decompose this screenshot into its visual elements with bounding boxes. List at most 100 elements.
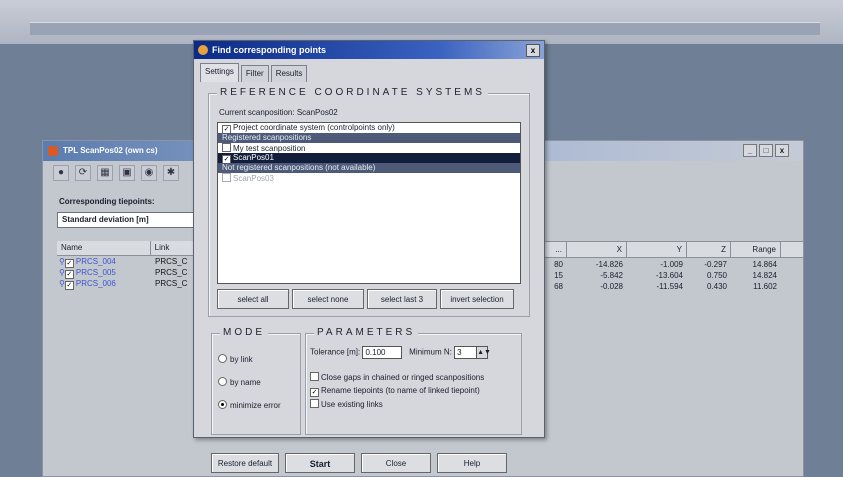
- select-last-3-button[interactable]: select last 3: [367, 289, 437, 309]
- column-header-range[interactable]: Range: [731, 242, 781, 257]
- background-window-title: TPL ScanPos02 (own cs): [63, 146, 158, 155]
- minimize-button[interactable]: _: [743, 144, 757, 157]
- checkbox-rename[interactable]: ✓: [310, 388, 319, 397]
- list-item-label: Project coordinate system (controlpoints…: [233, 123, 395, 132]
- table-row[interactable]: 80 -14.826 -1.009 -0.297 14.864: [543, 259, 781, 270]
- minimum-n-spinner[interactable]: 3 ▲▼: [454, 346, 491, 359]
- cell-range: 11.602: [753, 282, 777, 291]
- table-row[interactable]: 15 -5.842 -13.604 0.750 14.824: [543, 270, 781, 281]
- cell-x: -0.028: [600, 282, 623, 291]
- invert-selection-button[interactable]: invert selection: [440, 289, 514, 309]
- selection-buttons: select all select none select last 3 inv…: [217, 289, 514, 309]
- tab-results[interactable]: Results: [270, 65, 308, 82]
- cell-z: -0.297: [704, 260, 727, 269]
- checkbox-label: Use existing links: [321, 400, 383, 409]
- restore-default-button[interactable]: Restore default: [211, 453, 279, 473]
- start-button[interactable]: Start: [285, 453, 355, 473]
- radio-label: by name: [230, 378, 261, 387]
- copy-icon[interactable]: ▣: [119, 165, 135, 181]
- tolerance-label: Tolerance [m]:: [310, 347, 361, 357]
- radio-label: minimize error: [230, 401, 281, 410]
- close-button[interactable]: Close: [361, 453, 431, 473]
- tab-filter[interactable]: Filter: [240, 65, 269, 82]
- select-none-button[interactable]: select none: [292, 289, 364, 309]
- close-button[interactable]: x: [775, 144, 789, 157]
- dialog-app-icon: [198, 45, 208, 55]
- dialog-tabs: Settings Filter Results: [200, 63, 309, 82]
- cell-range: 14.824: [752, 271, 777, 280]
- radio-by-link[interactable]: by link: [218, 354, 253, 364]
- reference-coordinate-systems-group: REFERENCE COORDINATE SYSTEMS Current sca…: [208, 87, 530, 317]
- cell-z: 0.750: [706, 271, 727, 280]
- mode-group: MODE by link by name minimize error: [211, 327, 301, 435]
- help-button[interactable]: Help: [437, 453, 507, 473]
- list-item-project[interactable]: ✓ Project coordinate system (controlpoint…: [218, 123, 520, 134]
- tiepoint-name: PRCS_006: [75, 279, 116, 288]
- dialog-buttons: Restore default Start Close Help: [211, 453, 507, 473]
- radio-circle[interactable]: [218, 377, 227, 386]
- column-header-z[interactable]: Z: [687, 242, 731, 257]
- group-title-parameters: PARAMETERS: [314, 327, 419, 338]
- binoculars-icon[interactable]: ◉: [141, 165, 157, 181]
- desktop-top-area: [0, 0, 843, 44]
- tolerance-input[interactable]: 0.100: [362, 346, 403, 359]
- table-row[interactable]: ⚲ ✓ PRCS_005 PRCS_C: [57, 267, 197, 279]
- close-gaps-option[interactable]: Close gaps in chained or ringed scanposi…: [310, 372, 484, 382]
- column-header-name[interactable]: Name: [57, 241, 151, 255]
- table-header: Name Link: [57, 241, 197, 256]
- table-row[interactable]: 68 -0.028 -11.594 0.430 11.602: [543, 281, 781, 292]
- checkbox-scanpos03: [222, 173, 231, 182]
- radio-by-name[interactable]: by name: [218, 377, 261, 387]
- cell-partial: 68: [554, 282, 563, 291]
- cell-x: -14.826: [595, 260, 623, 269]
- radio-circle[interactable]: [218, 400, 227, 409]
- cell-y: -11.594: [656, 282, 683, 291]
- refresh-icon[interactable]: ⟳: [75, 165, 91, 181]
- table-row[interactable]: ⚲ ✓ PRCS_006 PRCS_C: [57, 278, 197, 290]
- tiepoint-link: PRCS_C: [155, 257, 188, 266]
- tools-icon[interactable]: ✱: [163, 165, 179, 181]
- dialog-titlebar[interactable]: Find corresponding points x: [194, 41, 544, 59]
- rename-option[interactable]: ✓ Rename tiepoints (to name of linked tie…: [310, 386, 480, 397]
- use-existing-option[interactable]: Use existing links: [310, 399, 383, 409]
- column-header-partial[interactable]: ...: [543, 242, 567, 257]
- checkbox-use-existing[interactable]: [310, 399, 319, 408]
- find-corresponding-points-dialog[interactable]: Find corresponding points x Settings Fil…: [193, 40, 545, 473]
- checkbox-my-test[interactable]: [222, 143, 231, 152]
- group-title-mode: MODE: [220, 327, 268, 338]
- table-row[interactable]: ⚲ ✓ PRCS_004 PRCS_C: [57, 256, 197, 268]
- tab-settings[interactable]: Settings: [200, 63, 239, 82]
- coordinate-system-list[interactable]: ✓ Project coordinate system (controlpoint…: [217, 122, 521, 284]
- std-dev-dropdown[interactable]: Standard deviation [m]: [57, 212, 203, 228]
- checkbox-label: Rename tiepoints (to name of linked tiep…: [321, 386, 480, 395]
- info-icon[interactable]: ●: [53, 165, 69, 181]
- row-checkbox[interactable]: ✓: [64, 281, 74, 290]
- background-toolbar: ● ⟳ ▦ ▣ ◉ ✱: [53, 165, 179, 181]
- column-header-link[interactable]: Link: [151, 241, 197, 255]
- cell-z: 0.430: [706, 282, 727, 291]
- list-item-label: ScanPos01: [233, 153, 274, 162]
- list-item-my-test[interactable]: My test scanposition: [218, 143, 520, 153]
- dialog-title: Find corresponding points: [212, 45, 326, 55]
- column-header-x[interactable]: X: [567, 242, 627, 257]
- minimum-n-label: Minimum N:: [409, 347, 452, 357]
- list-item-scanpos01[interactable]: ✓ ScanPos01: [218, 153, 520, 164]
- list-item-label: My test scanposition: [233, 144, 306, 153]
- checkbox-close-gaps[interactable]: [310, 372, 319, 381]
- table-header-right: ... X Y Z Range: [543, 241, 803, 258]
- cell-partial: 80: [554, 260, 563, 269]
- column-header-y[interactable]: Y: [627, 242, 687, 257]
- radio-circle[interactable]: [218, 354, 227, 363]
- tolerance-row: Tolerance [m]: 0.100 Minimum N: 3 ▲▼: [310, 346, 491, 359]
- maximize-button[interactable]: □: [759, 144, 773, 157]
- spinner-arrow-icon[interactable]: ▲▼: [476, 347, 491, 358]
- cell-range: 14.864: [752, 260, 777, 269]
- select-all-button[interactable]: select all: [217, 289, 289, 309]
- tiepoint-name: PRCS_005: [75, 268, 116, 277]
- tiepoint-name: PRCS_004: [75, 257, 116, 266]
- radio-minimize-error[interactable]: minimize error: [218, 400, 281, 410]
- grid-icon[interactable]: ▦: [97, 165, 113, 181]
- list-header-not-registered: Not registered scanpositions (not availa…: [218, 163, 520, 173]
- list-item-label: ScanPos03: [233, 174, 274, 183]
- dialog-close-button[interactable]: x: [526, 44, 540, 57]
